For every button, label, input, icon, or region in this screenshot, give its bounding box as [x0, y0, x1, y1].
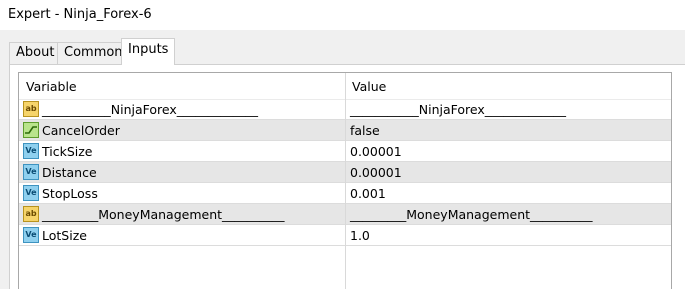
double-icon: Ve [23, 227, 39, 243]
tab-strip: About Common Inputs [0, 38, 685, 65]
window-titlebar: Expert - Ninja_Forex-6 [0, 0, 685, 30]
double-icon: Ve [23, 185, 39, 201]
variable-value[interactable]: 0.00001 [350, 144, 402, 159]
variable-value[interactable]: 0.001 [350, 186, 386, 201]
variable-name: LotSize [42, 228, 87, 243]
variable-value[interactable]: _________MoneyManagement__________ [350, 207, 593, 222]
variable-name: Distance [42, 165, 97, 180]
column-divider[interactable] [345, 73, 346, 289]
variable-name: StopLoss [42, 186, 98, 201]
tab-about[interactable]: About [9, 42, 62, 64]
string-icon: ab [23, 206, 39, 222]
tab-inputs[interactable]: Inputs [121, 38, 176, 65]
variable-value[interactable]: 1.0 [350, 228, 370, 243]
bool-icon [23, 122, 39, 138]
variable-value[interactable]: ___________NinjaForex_____________ [350, 102, 566, 117]
window-title: Expert - Ninja_Forex-6 [8, 7, 152, 22]
variable-name: CancelOrder [42, 123, 120, 138]
inputs-grid: Variable Value ab ___________NinjaForex_… [18, 72, 672, 289]
variable-value[interactable]: 0.00001 [350, 165, 402, 180]
double-icon: Ve [23, 143, 39, 159]
variable-name: ___________NinjaForex_____________ [42, 102, 259, 117]
tab-common[interactable]: Common [57, 42, 130, 64]
variable-value[interactable]: false [350, 123, 380, 138]
string-icon: ab [23, 101, 39, 117]
variable-name: _________MoneyManagement__________ [42, 207, 285, 222]
column-header-variable[interactable]: Variable [26, 79, 77, 94]
variable-name: TickSize [42, 144, 93, 159]
double-icon: Ve [23, 164, 39, 180]
column-header-value[interactable]: Value [352, 79, 386, 94]
